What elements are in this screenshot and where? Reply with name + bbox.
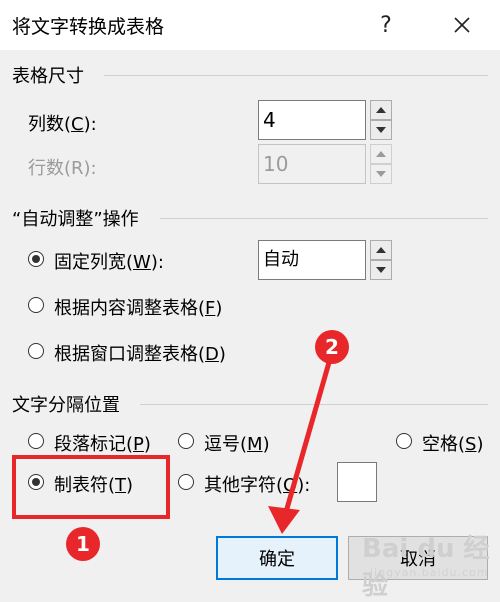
step-badge-2: 2 bbox=[315, 330, 349, 364]
arrow-annotation bbox=[268, 351, 335, 534]
